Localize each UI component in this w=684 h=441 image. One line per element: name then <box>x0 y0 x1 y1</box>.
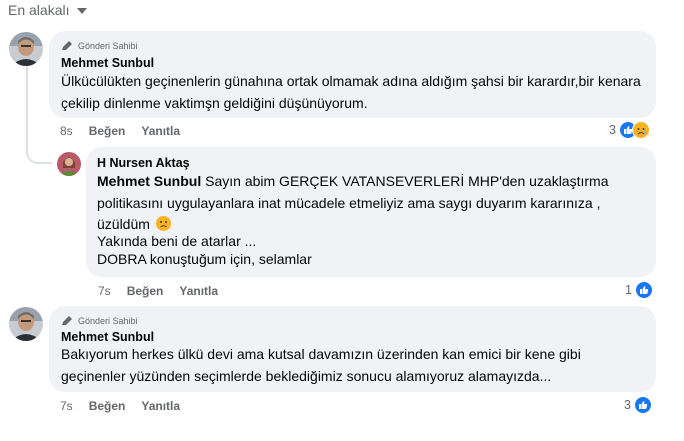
reply-button[interactable]: Yanıtla <box>179 284 218 298</box>
post-author-badge: Gönderi Sahibi <box>61 40 138 51</box>
pen-icon <box>62 316 72 325</box>
comment-actions: 8s Beğen Yanıtla <box>60 124 180 138</box>
reaction-summary[interactable]: 3 <box>624 396 652 414</box>
badge-label: Gönderi Sahibi <box>78 40 138 51</box>
avatar[interactable] <box>9 32 43 66</box>
thread-line <box>26 65 28 140</box>
comment-actions: 7s Beğen Yanıtla <box>98 284 218 298</box>
reply-text-line3: DOBRA konuştuğum için, selamlar <box>97 251 312 267</box>
comment-bubble: Gönderi Sahibi Mehmet Sunbul Ülkücülükte… <box>49 31 656 118</box>
reaction-count: 3 <box>624 398 631 412</box>
comment-text: Bakıyorum herkes ülkü devi ama kutsal da… <box>61 346 581 384</box>
reaction-summary[interactable]: 3 <box>609 121 650 139</box>
thread-line-curve <box>26 138 52 164</box>
sad-emoji-icon <box>155 216 171 231</box>
mention-link[interactable]: Mehmet Sunbul <box>97 173 201 189</box>
reply-button[interactable]: Yanıtla <box>141 124 180 138</box>
like-button[interactable]: Beğen <box>89 399 126 413</box>
comment-time[interactable]: 7s <box>60 399 73 413</box>
sort-dropdown[interactable]: En alakalı <box>8 2 88 18</box>
comment-text: Mehmet Sunbul Sayın abim GERÇEK VATANSEV… <box>97 171 647 236</box>
comment-time[interactable]: 8s <box>60 124 73 138</box>
badge-label: Gönderi Sahibi <box>78 315 138 326</box>
avatar[interactable] <box>9 307 43 341</box>
reaction-count: 3 <box>609 123 616 137</box>
comment-author[interactable]: Mehmet Sunbul <box>61 56 154 70</box>
comment-author[interactable]: H Nursen Aktaş <box>97 156 190 170</box>
like-icon <box>634 281 653 299</box>
comment-author[interactable]: Mehmet Sunbul <box>61 330 154 344</box>
reaction-count: 1 <box>625 283 632 297</box>
like-button[interactable]: Beğen <box>89 124 126 138</box>
reply-button[interactable]: Yanıtla <box>141 399 180 413</box>
avatar[interactable] <box>57 152 81 176</box>
pen-icon <box>62 41 72 50</box>
sad-icon <box>631 121 650 139</box>
post-author-badge: Gönderi Sahibi <box>61 315 138 326</box>
reply-bubble: H Nursen Aktaş Mehmet Sunbul Sayın abim … <box>86 147 656 277</box>
comment-actions: 7s Beğen Yanıtla <box>60 399 180 413</box>
chevron-down-icon <box>77 8 88 14</box>
reaction-summary[interactable]: 1 <box>625 281 653 299</box>
comment-text: Ülkücülükten geçinenlerin günahına ortak… <box>61 73 641 111</box>
like-icon <box>633 396 652 414</box>
comment-bubble: Gönderi Sahibi Mehmet Sunbul Bakıyorum h… <box>49 306 656 392</box>
comment-time[interactable]: 7s <box>98 284 111 298</box>
sort-label: En alakalı <box>8 2 70 18</box>
like-button[interactable]: Beğen <box>127 284 164 298</box>
